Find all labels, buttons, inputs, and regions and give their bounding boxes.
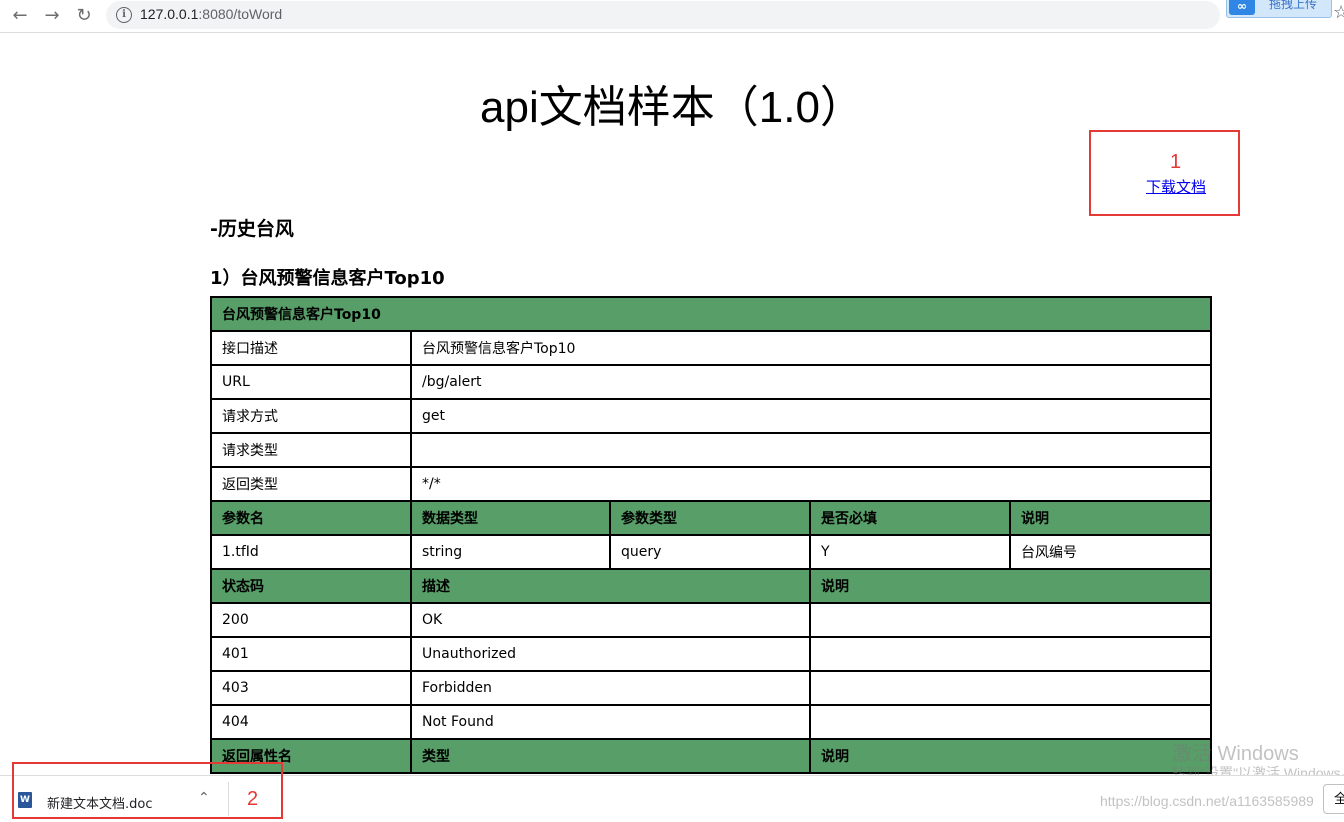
info-key: 请求类型 bbox=[210, 432, 412, 468]
forward-button[interactable]: → bbox=[40, 4, 64, 28]
reload-button[interactable]: ↻ bbox=[72, 4, 96, 28]
status-cell: 404 bbox=[210, 704, 412, 740]
annotation-number-1: 1 bbox=[1170, 151, 1182, 173]
back-button[interactable]: ← bbox=[8, 4, 32, 28]
page-title: api文档样本（1.0） bbox=[480, 83, 864, 132]
info-value: */* bbox=[409, 466, 1213, 502]
status-row: 401 Unauthorized bbox=[210, 636, 1213, 672]
url-host: 127.0.0.1 bbox=[140, 6, 199, 22]
info-key: URL bbox=[210, 364, 412, 400]
param-header: 参数类型 bbox=[609, 500, 811, 536]
baidu-cloud-icon: ∞ bbox=[1229, 0, 1255, 15]
status-cell bbox=[808, 636, 1213, 672]
status-cell: 403 bbox=[210, 670, 412, 706]
param-header-row: 参数名 数据类型 参数类型 是否必填 说明 bbox=[210, 500, 1213, 536]
status-cell bbox=[808, 704, 1213, 740]
status-header: 说明 bbox=[808, 568, 1213, 604]
status-row: 404 Not Found bbox=[210, 704, 1213, 740]
table-caption: 台风预警信息客户Top10 bbox=[209, 296, 1213, 332]
download-document-link[interactable]: 下载文档 bbox=[1146, 176, 1206, 197]
info-row: 接口描述 台风预警信息客户Top10 bbox=[210, 330, 1213, 366]
info-row: 请求类型 bbox=[210, 432, 1213, 468]
bookmark-star-icon[interactable]: ☆ bbox=[1333, 2, 1344, 23]
annotation-box-2 bbox=[12, 762, 283, 819]
info-row: URL /bg/alert bbox=[210, 364, 1213, 400]
info-value bbox=[409, 432, 1213, 468]
param-header: 参数名 bbox=[210, 500, 412, 536]
annotation-number-2: 2 bbox=[247, 788, 259, 810]
param-cell: 1.tfId bbox=[210, 534, 412, 570]
table-caption-row: 台风预警信息客户Top10 bbox=[209, 296, 1213, 332]
extension-label: 拖拽上传 bbox=[1269, 0, 1318, 11]
status-header: 描述 bbox=[410, 568, 811, 604]
info-icon[interactable]: i bbox=[116, 7, 132, 23]
annotation-box-1 bbox=[1089, 130, 1240, 216]
info-row: 返回类型 */* bbox=[210, 466, 1213, 502]
browser-toolbar: ← → ↻ i 127.0.0.1:8080/toWord ∞ 拖拽上传 ☆ bbox=[0, 0, 1344, 33]
info-key: 接口描述 bbox=[210, 330, 412, 366]
status-cell: Forbidden bbox=[410, 670, 811, 706]
param-cell: query bbox=[609, 534, 811, 570]
status-row: 403 Forbidden bbox=[210, 670, 1213, 706]
param-cell: Y bbox=[809, 534, 1011, 570]
url-text[interactable]: 127.0.0.1:8080/toWord bbox=[140, 6, 282, 22]
windows-activation-watermark: 激活 Windows bbox=[1172, 743, 1299, 765]
info-value: /bg/alert bbox=[409, 364, 1213, 400]
info-value: get bbox=[409, 398, 1213, 434]
info-key: 返回类型 bbox=[210, 466, 412, 502]
status-cell: OK bbox=[410, 602, 811, 638]
status-header: 状态码 bbox=[210, 568, 412, 604]
param-header: 说明 bbox=[1008, 500, 1213, 536]
arrow-left-icon: ← bbox=[12, 5, 28, 26]
status-cell: 200 bbox=[210, 602, 412, 638]
status-cell bbox=[808, 602, 1213, 638]
show-all-downloads-button[interactable]: 全 bbox=[1323, 784, 1344, 814]
param-header: 数据类型 bbox=[410, 500, 611, 536]
param-row: 1.tfId string query Y 台风编号 bbox=[210, 534, 1213, 570]
param-cell: 台风编号 bbox=[1008, 534, 1213, 570]
param-header: 是否必填 bbox=[809, 500, 1011, 536]
upload-extension-button[interactable]: ∞ 拖拽上传 bbox=[1226, 0, 1332, 18]
url-path: :8080/toWord bbox=[198, 6, 283, 22]
status-header-row: 状态码 描述 说明 bbox=[210, 568, 1213, 604]
reload-icon: ↻ bbox=[76, 5, 92, 26]
address-bar[interactable]: i 127.0.0.1:8080/toWord bbox=[106, 1, 1220, 29]
info-value: 台风预警信息客户Top10 bbox=[409, 330, 1213, 366]
return-header: 说明 bbox=[808, 738, 1213, 774]
status-row: 200 OK bbox=[210, 602, 1213, 638]
section-title: -历史台风 bbox=[210, 218, 294, 240]
status-cell: Not Found bbox=[410, 704, 811, 740]
status-cell bbox=[808, 670, 1213, 706]
status-cell: Unauthorized bbox=[410, 636, 811, 672]
api-table: 台风预警信息客户Top10 接口描述 台风预警信息客户Top10 URL /bg… bbox=[209, 296, 1213, 774]
status-cell: 401 bbox=[210, 636, 412, 672]
info-row: 请求方式 get bbox=[210, 398, 1213, 434]
subsection-title: 1）台风预警信息客户Top10 bbox=[210, 268, 445, 289]
csdn-watermark: https://blog.csdn.net/a1163585989 bbox=[1100, 793, 1314, 809]
return-header: 类型 bbox=[410, 738, 811, 774]
info-key: 请求方式 bbox=[210, 398, 412, 434]
return-header-row: 返回属性名 类型 说明 bbox=[210, 738, 1213, 774]
arrow-right-icon: → bbox=[44, 5, 60, 26]
param-cell: string bbox=[410, 534, 611, 570]
